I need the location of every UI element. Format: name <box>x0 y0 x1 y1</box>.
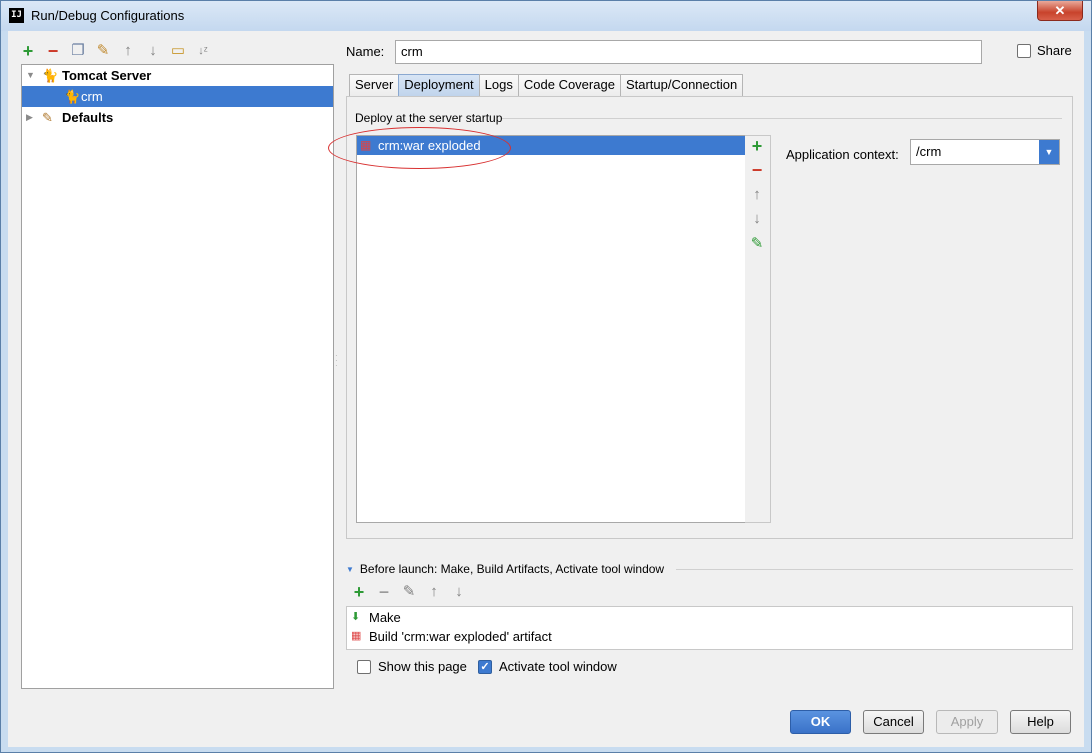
collapsed-arrow-icon[interactable]: ▶ <box>26 107 33 128</box>
config-toolbar: + − ❐ ✎ ↑ ↓ ▭ ↓ᶻ <box>20 41 211 61</box>
tree-item-label: Defaults <box>62 110 114 125</box>
tree-item-label: Tomcat Server <box>62 68 152 83</box>
folder-icon[interactable]: ▭ <box>170 43 186 59</box>
remove-icon[interactable]: − <box>376 583 392 601</box>
title-bar: IJ Run/Debug Configurations ✕ <box>1 1 1091 31</box>
share-option[interactable]: Share <box>1017 43 1072 58</box>
chevron-down-icon[interactable]: ▼ <box>1039 140 1059 164</box>
task-label: Build 'crm:war exploded' artifact <box>369 629 552 644</box>
tree-item-label: crm <box>81 89 103 104</box>
move-up-icon[interactable]: ↑ <box>120 43 136 59</box>
activate-tool-option[interactable]: ✓ Activate tool window <box>478 659 617 674</box>
tomcat-config-icon: 🐈 <box>64 89 81 104</box>
splitter-handle[interactable]: · · · <box>335 352 339 370</box>
before-launch-header[interactable]: ▼ Before launch: Make, Build Artifacts, … <box>346 562 664 576</box>
show-page-option[interactable]: Show this page <box>357 659 467 674</box>
tab-logs[interactable]: Logs <box>478 74 519 96</box>
make-icon: ⬇ <box>351 611 361 623</box>
app-context-label: Application context: <box>786 147 899 162</box>
tree-item-tomcat-server[interactable]: ▼ 🐈 Tomcat Server <box>22 65 333 86</box>
tree-item-crm[interactable]: 🐈 crm <box>22 86 333 107</box>
task-label: Make <box>369 610 401 625</box>
task-build-artifact[interactable]: ▦ Build 'crm:war exploded' artifact <box>347 627 1072 646</box>
config-tree: ▼ 🐈 Tomcat Server 🐈 crm ▶ ✎ Defaults <box>21 64 334 689</box>
artifact-toolbar: + − ↑ ↓ ✎ <box>745 135 771 523</box>
name-label: Name: <box>346 44 385 59</box>
config-tabs: Server Deployment Logs Code Coverage Sta… <box>349 74 744 96</box>
run-debug-dialog: IJ Run/Debug Configurations ✕ + − ❐ ✎ ↑ … <box>0 0 1092 753</box>
wrench-icon[interactable]: ✎ <box>95 43 111 59</box>
app-context-value: /crm <box>916 144 942 159</box>
add-icon[interactable]: + <box>351 583 367 601</box>
remove-icon[interactable]: − <box>749 161 765 179</box>
expanded-arrow-icon[interactable]: ▼ <box>26 65 35 86</box>
tab-server[interactable]: Server <box>349 74 400 96</box>
apply-button[interactable]: Apply <box>936 710 998 734</box>
artifact-icon: ▦ <box>351 630 362 642</box>
add-icon[interactable]: + <box>20 42 36 60</box>
before-launch-title: Before launch: Make, Build Artifacts, Ac… <box>359 562 665 576</box>
group-divider <box>502 118 1062 119</box>
edit-icon[interactable]: ✎ <box>749 236 765 252</box>
wrench-icon: ✎ <box>42 110 53 125</box>
tab-code-coverage[interactable]: Code Coverage <box>517 74 621 96</box>
edit-icon[interactable]: ✎ <box>401 584 417 600</box>
app-context-combo[interactable]: /crm ▼ <box>910 139 1060 165</box>
ok-button[interactable]: OK <box>790 710 851 734</box>
move-up-icon[interactable]: ↑ <box>749 187 765 203</box>
remove-icon[interactable]: − <box>45 42 61 60</box>
deploy-group-title: Deploy at the server startup <box>355 111 503 125</box>
window-title: Run/Debug Configurations <box>31 8 185 23</box>
tomcat-icon: 🐈 <box>42 68 59 83</box>
sort-icon[interactable]: ↓ᶻ <box>195 43 211 59</box>
intellij-icon: IJ <box>9 8 24 23</box>
before-launch-toolbar: + − ✎ ↑ ↓ <box>351 583 467 601</box>
before-launch-divider <box>676 569 1073 570</box>
show-page-label: Show this page <box>378 659 467 674</box>
add-icon[interactable]: + <box>749 137 765 155</box>
name-field[interactable]: crm <box>395 40 982 64</box>
before-launch-list[interactable]: ⬇ Make ▦ Build 'crm:war exploded' artifa… <box>346 606 1073 650</box>
artifact-list[interactable]: ▦ crm:war exploded <box>356 135 746 523</box>
dialog-body: + − ❐ ✎ ↑ ↓ ▭ ↓ᶻ ▼ 🐈 Tomcat Server 🐈 crm… <box>8 31 1084 747</box>
copy-icon[interactable]: ❐ <box>70 43 86 59</box>
task-make[interactable]: ⬇ Make <box>347 608 1072 627</box>
help-button[interactable]: Help <box>1010 710 1071 734</box>
move-down-icon[interactable]: ↓ <box>451 584 467 600</box>
annotation-circle <box>328 127 511 169</box>
share-label: Share <box>1037 43 1072 58</box>
close-button[interactable]: ✕ <box>1037 1 1083 21</box>
tab-deployment[interactable]: Deployment <box>398 74 480 96</box>
activate-tool-checkbox[interactable]: ✓ <box>478 659 492 674</box>
move-up-icon[interactable]: ↑ <box>426 584 442 600</box>
cancel-button[interactable]: Cancel <box>863 710 924 734</box>
share-checkbox[interactable] <box>1017 43 1031 58</box>
collapse-triangle-icon[interactable]: ▼ <box>346 565 354 574</box>
tree-item-defaults[interactable]: ▶ ✎ Defaults <box>22 107 333 128</box>
activate-tool-label: Activate tool window <box>499 659 617 674</box>
move-down-icon[interactable]: ↓ <box>145 43 161 59</box>
tab-startup-connection[interactable]: Startup/Connection <box>619 74 744 96</box>
show-page-checkbox[interactable] <box>357 659 371 674</box>
move-down-icon[interactable]: ↓ <box>749 211 765 227</box>
